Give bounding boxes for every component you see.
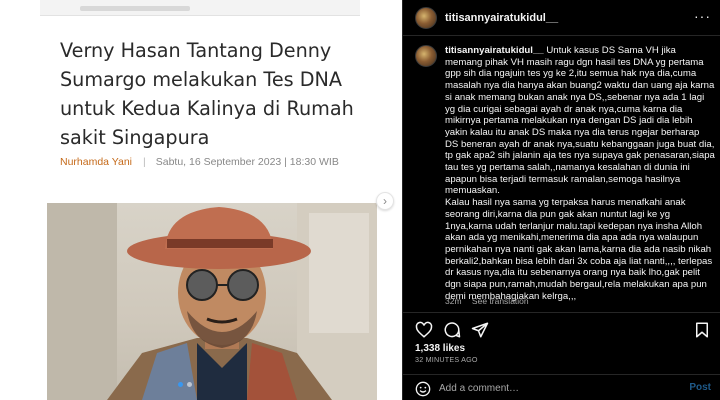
see-translation-link[interactable]: See translation (472, 296, 529, 306)
avatar[interactable] (415, 7, 437, 29)
more-options-icon[interactable]: ··· (694, 8, 711, 24)
post-panel: titisannyairatukidul__ ··· titisannyaira… (402, 0, 720, 400)
header-username[interactable]: titisannyairatukidul__ (445, 12, 558, 24)
comment-input[interactable] (439, 379, 659, 397)
bookmark-icon[interactable] (693, 321, 711, 339)
article-top-bar (40, 0, 360, 16)
article-byline: Nurhamda Yani | Sabtu, 16 September 2023 |… (60, 156, 380, 168)
action-bar (403, 312, 720, 342)
carousel-dot (187, 382, 192, 387)
article-author: Nurhamda Yani (60, 156, 132, 168)
carousel-dot (178, 382, 183, 387)
caption-avatar[interactable] (415, 45, 437, 67)
byline-separator: | (143, 156, 146, 168)
paper-plane-icon[interactable] (471, 321, 489, 339)
post-comment-button[interactable]: Post (689, 382, 711, 393)
article-photo (47, 203, 377, 400)
heart-icon[interactable] (415, 321, 433, 339)
comment-bar: Post (403, 374, 720, 400)
post-caption: titisannyairatukidul__ Untuk kasus DS Sa… (445, 45, 715, 302)
man-with-hat-photo (47, 203, 377, 400)
post-timestamp: 32 MINUTES AGO (415, 355, 478, 364)
post-media[interactable]: Verny Hasan Tantang Denny Sumargo melaku… (0, 0, 402, 400)
smiley-icon[interactable] (415, 381, 431, 397)
caption-age: 32m (445, 296, 462, 306)
post-header: titisannyairatukidul__ ··· (403, 0, 720, 36)
caption-text: Untuk kasus DS Sama VH jika memang pihak… (445, 45, 715, 197)
next-media-button[interactable]: › (376, 192, 394, 210)
caption-text-2: Kalau hasil nya sama yg terpaksa harus m… (445, 197, 713, 302)
caption-meta: 32m See translation (445, 296, 529, 306)
caption-username[interactable]: titisannyairatukidul__ (445, 45, 544, 56)
comment-icon[interactable] (443, 321, 461, 339)
carousel-indicator (178, 382, 192, 387)
article-headline: Verny Hasan Tantang Denny Sumargo melaku… (60, 39, 354, 149)
likes-count[interactable]: 1,338 likes (415, 343, 465, 354)
article-date: Sabtu, 16 September 2023 | 18:30 WIB (155, 156, 339, 168)
